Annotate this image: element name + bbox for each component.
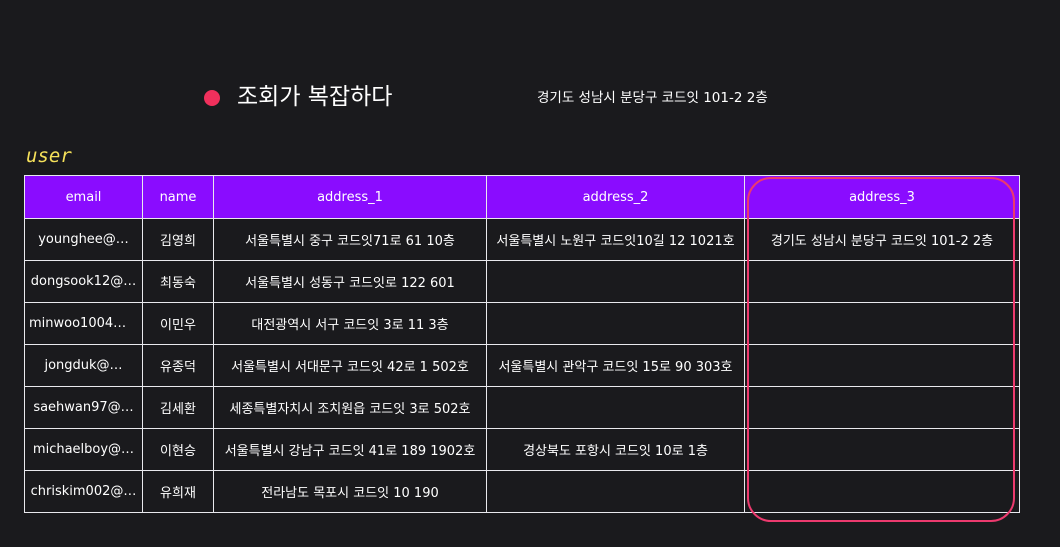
slide: 조회가 복잡하다 경기도 성남시 분당구 코드잇 101-2 2층 user e… (0, 0, 1060, 547)
cell-email: saehwan97@… (24, 386, 143, 429)
column-header-address-3: address_3 (744, 175, 1020, 219)
table-row: saehwan97@… 김세환 세종특별자치시 조치원읍 코드잇 3로 502호 (24, 386, 1020, 429)
cell-email: minwoo1004@… (24, 302, 143, 345)
cell-address-3 (744, 260, 1020, 303)
table-row: dongsook12@… 최동숙 서울특별시 성동구 코드잇로 122 601 (24, 260, 1020, 303)
cell-address-2 (486, 470, 745, 513)
cell-name: 김세환 (142, 386, 214, 429)
cell-address-3 (744, 386, 1020, 429)
cell-email: michaelboy@… (24, 428, 143, 471)
address-note: 경기도 성남시 분당구 코드잇 101-2 2층 (537, 90, 768, 106)
cell-email: dongsook12@… (24, 260, 143, 303)
cell-address-2: 서울특별시 관악구 코드잇 15로 90 303호 (486, 344, 745, 387)
column-header-address-1: address_1 (213, 175, 487, 219)
cell-address-3: 경기도 성남시 분당구 코드잇 101-2 2층 (744, 218, 1020, 261)
table-label: user (26, 145, 72, 167)
header-row: email name address_1 address_2 address_3 (24, 175, 1020, 219)
cell-name: 유종덕 (142, 344, 214, 387)
column-header-name: name (142, 175, 214, 219)
cell-address-1: 서울특별시 서대문구 코드잇 42로 1 502호 (213, 344, 487, 387)
cell-name: 유희재 (142, 470, 214, 513)
cell-address-3 (744, 344, 1020, 387)
cell-email: chriskim002@… (24, 470, 143, 513)
cell-address-2 (486, 260, 745, 303)
cell-name: 김영희 (142, 218, 214, 261)
cell-address-2: 서울특별시 노원구 코드잇10길 12 1021호 (486, 218, 745, 261)
table-row: minwoo1004@… 이민우 대전광역시 서구 코드잇 3로 11 3층 (24, 302, 1020, 345)
cell-address-1: 서울특별시 성동구 코드잇로 122 601 (213, 260, 487, 303)
cell-name: 이민우 (142, 302, 214, 345)
cell-name: 최동숙 (142, 260, 214, 303)
cell-address-2 (486, 386, 745, 429)
headline: 조회가 복잡하다 (237, 84, 393, 110)
cell-address-1: 대전광역시 서구 코드잇 3로 11 3층 (213, 302, 487, 345)
table-row: younghee@… 김영희 서울특별시 중구 코드잇71로 61 10층 서울… (24, 218, 1020, 261)
cell-address-3 (744, 302, 1020, 345)
cell-address-2: 경상북도 포항시 코드잇 10로 1층 (486, 428, 745, 471)
cell-address-1: 서울특별시 강남구 코드잇 41로 189 1902호 (213, 428, 487, 471)
table-row: chriskim002@… 유희재 전라남도 목포시 코드잇 10 190 (24, 470, 1020, 513)
cell-name: 이현승 (142, 428, 214, 471)
cell-address-1: 서울특별시 중구 코드잇71로 61 10층 (213, 218, 487, 261)
cell-address-3 (744, 470, 1020, 513)
cell-address-3 (744, 428, 1020, 471)
column-header-email: email (24, 175, 143, 219)
user-table: email name address_1 address_2 address_3… (24, 175, 1020, 513)
bullet-dot (204, 90, 220, 106)
column-header-address-2: address_2 (486, 175, 745, 219)
cell-email: younghee@… (24, 218, 143, 261)
table-row: michaelboy@… 이현승 서울특별시 강남구 코드잇 41로 189 1… (24, 428, 1020, 471)
cell-email: jongduk@… (24, 344, 143, 387)
cell-address-1: 세종특별자치시 조치원읍 코드잇 3로 502호 (213, 386, 487, 429)
cell-address-1: 전라남도 목포시 코드잇 10 190 (213, 470, 487, 513)
table-row: jongduk@… 유종덕 서울특별시 서대문구 코드잇 42로 1 502호 … (24, 344, 1020, 387)
cell-address-2 (486, 302, 745, 345)
